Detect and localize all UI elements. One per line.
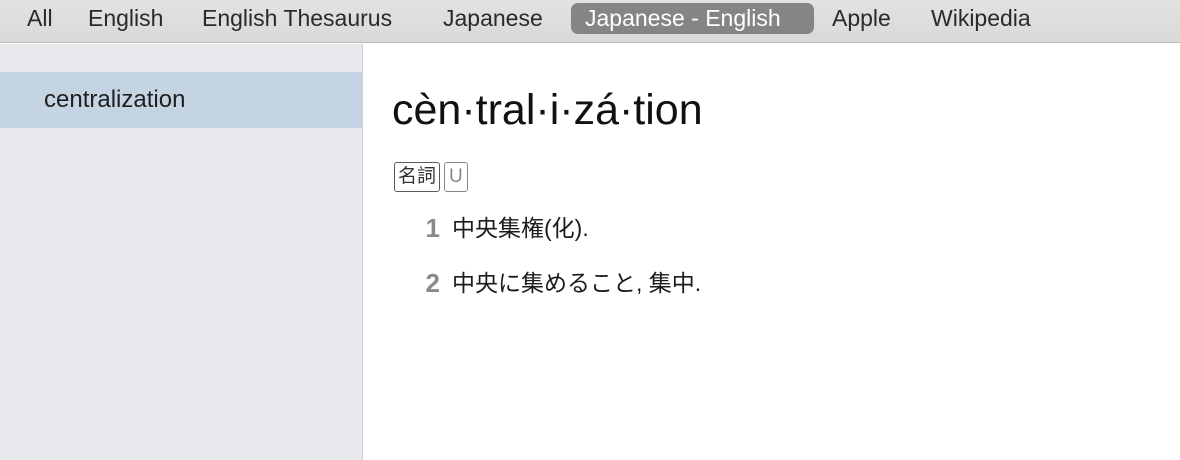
tab-apple[interactable]: Apple	[818, 3, 905, 34]
uncountable-tag: U	[444, 162, 468, 192]
sense-number: 1	[425, 213, 440, 243]
sidebar-item-label: centralization	[44, 86, 186, 113]
part-of-speech-tag: 名詞	[394, 162, 441, 192]
grammar-tags: 名詞 U	[394, 162, 472, 194]
sense-number: 2	[425, 268, 440, 298]
sense-2: 2 中央に集めること, 集中.	[420, 266, 702, 300]
tab-wikipedia[interactable]: Wikipedia	[917, 3, 1045, 34]
tab-all[interactable]: All	[13, 3, 67, 34]
sense-definition: 中央に集めること, 集中.	[452, 270, 702, 296]
source-tab-bar: All English English Thesaurus Japanese J…	[0, 0, 1180, 43]
sidebar-item-centralization[interactable]: centralization	[0, 72, 362, 128]
sense-1: 1 中央集権(化).	[420, 211, 589, 245]
results-sidebar: centralization	[0, 44, 363, 460]
tab-japanese[interactable]: Japanese	[429, 3, 557, 34]
sense-definition: 中央集権(化).	[452, 215, 589, 241]
tab-english[interactable]: English	[74, 3, 177, 34]
headword: cèn·tral·i·zá·tion	[392, 86, 703, 134]
tab-english-thesaurus[interactable]: English Thesaurus	[188, 3, 406, 34]
tab-japanese-english[interactable]: Japanese - English	[571, 3, 814, 34]
definition-pane: cèn·tral·i·zá·tion 名詞 U 1 中央集権(化). 2 中央に集める…	[364, 44, 1180, 460]
